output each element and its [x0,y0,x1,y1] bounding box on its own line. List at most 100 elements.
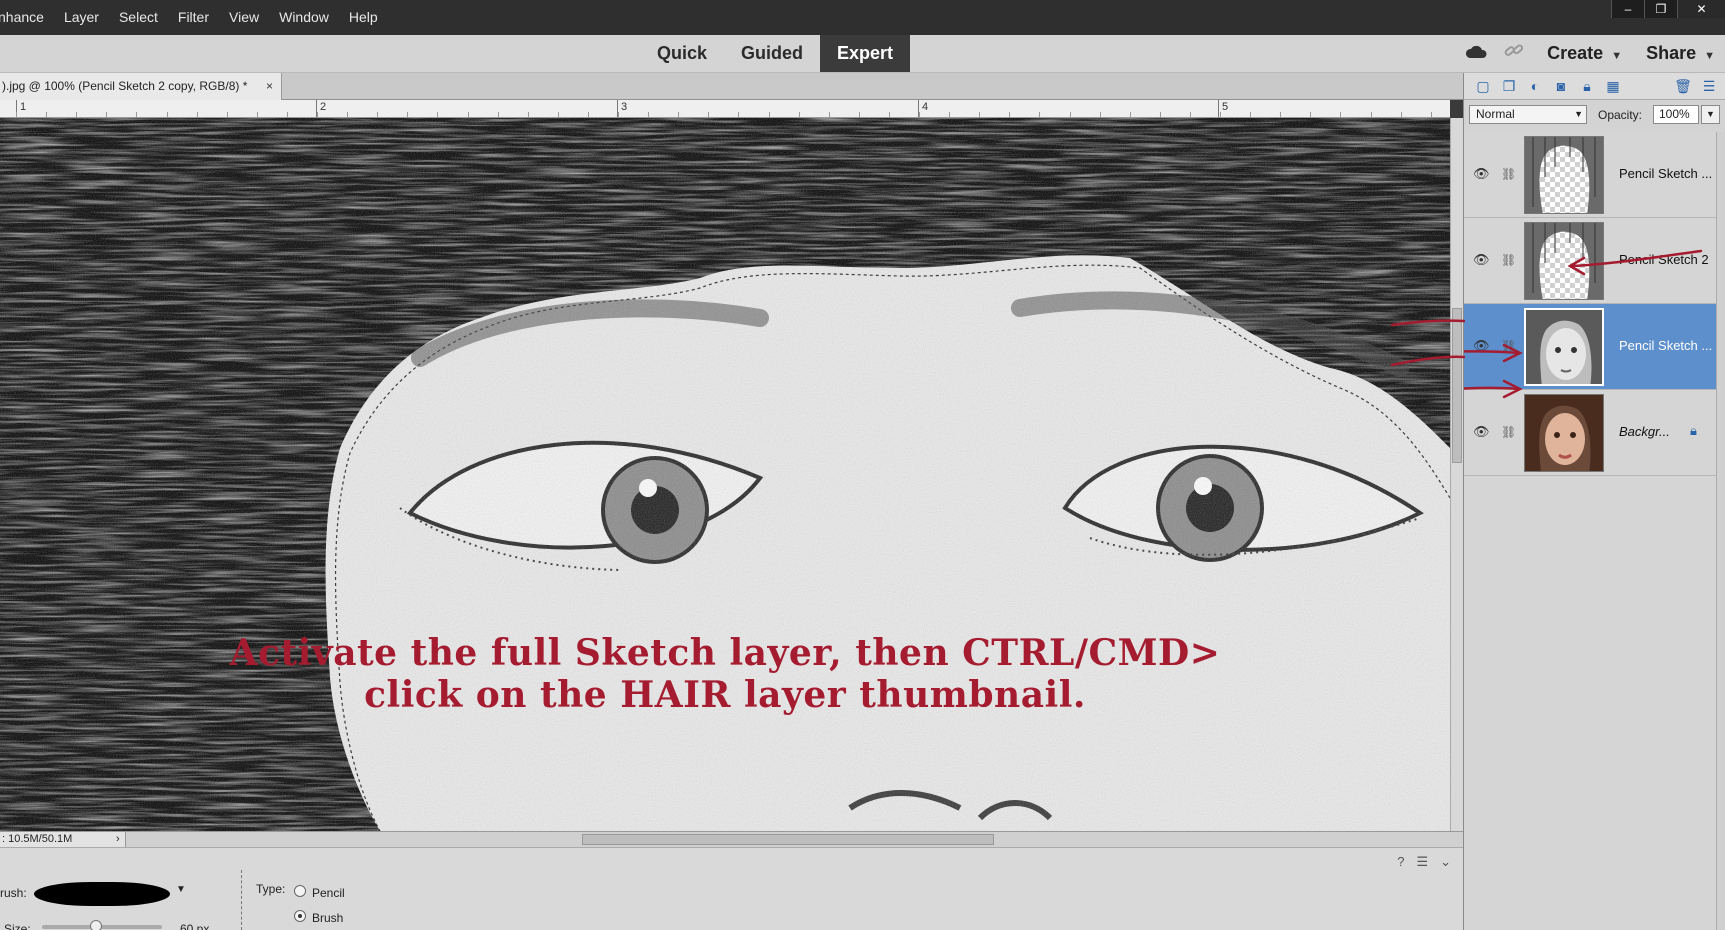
ruler-minor-tick [76,112,78,117]
pencil-sketch-image [0,118,1450,831]
size-slider-knob[interactable] [90,920,102,930]
mode-quick[interactable]: Quick [640,35,724,72]
chevron-right-icon[interactable]: › [116,832,120,847]
ruler-minor-tick [407,112,409,117]
type-brush-label: Brush [312,911,344,925]
ruler-minor-tick [16,112,17,117]
menu-view[interactable]: View [219,0,269,35]
link-icon[interactable] [1495,42,1533,66]
ruler-minor-tick [1310,112,1312,117]
ruler-minor-tick [1099,112,1101,117]
panel-menu-icon[interactable]: ☰ [1700,77,1718,95]
ruler-minor-tick [106,112,108,117]
opacity-dropdown-icon[interactable]: ▼ [1701,105,1720,124]
opacity-label: Opacity: [1598,108,1643,122]
canvas-vertical-scrollbar[interactable] [1450,118,1463,831]
ruler-minor-tick [527,112,529,117]
ruler-minor-tick [648,112,650,117]
ruler-label: 1 [20,101,27,113]
close-tab-icon[interactable]: × [266,73,273,100]
ruler-minor-tick [858,112,860,117]
chevron-down-icon[interactable]: ▼ [176,884,186,895]
ruler-minor-tick [1280,112,1282,117]
ruler-minor-tick [1039,112,1041,117]
ruler-minor-tick [678,112,680,117]
layer-mask-icon[interactable]: ◙ [1552,77,1570,95]
collapse-chevron-icon[interactable]: ⌄ [1440,854,1451,870]
ruler-label: 5 [1222,101,1229,113]
layer-controls: Normal ▼ Opacity: 100% ▼ [1464,100,1725,130]
annotation-arrow-tails [1390,319,1465,367]
options-menu-icon[interactable]: ☰ [1416,854,1428,870]
size-slider[interactable] [42,920,162,930]
layers-scrollbar[interactable] [1716,132,1725,930]
ruler-minor-tick [46,112,48,117]
ruler-minor-tick [768,112,770,117]
adjustment-layer-icon[interactable]: ◐ [1526,77,1544,95]
menu-bar: nhance Layer Select Filter View Window H… [0,0,1725,35]
lock-transparency-icon[interactable]: ▦ [1604,77,1622,95]
window-controls: – ❐ ✕ [1611,0,1725,18]
size-value: 60 px [180,922,210,930]
type-pencil-radio[interactable] [294,885,306,897]
ruler-minor-tick [136,112,138,117]
blend-mode-select[interactable]: Normal ▼ [1469,105,1587,124]
ruler-minor-tick [377,112,379,117]
close-window-button[interactable]: ✕ [1677,0,1725,18]
mode-switcher: Quick Guided Expert [640,35,911,72]
layers-toolbar: ▢ ❐ ◐ ◙ 🔒︎ ▦ 🗑︎ ☰ [1464,73,1725,100]
options-actions: ? ☰ ⌄ [1397,854,1451,870]
brush-preset-preview[interactable] [34,882,170,906]
ruler-minor-tick [256,112,258,117]
menu-enhance[interactable]: nhance [0,0,54,35]
share-button[interactable]: Share ▼ [1632,43,1725,64]
ruler-minor-tick [1430,112,1432,117]
ruler-label: 3 [621,101,628,113]
ruler-minor-tick [467,112,469,117]
menu-filter[interactable]: Filter [168,0,219,35]
ruler-minor-tick [1400,112,1402,117]
type-label: Type: [256,882,286,896]
horizontal-scrollbar-thumb[interactable] [582,834,994,845]
annotation-text-line2: click on the HAIR layer thumbnail. [364,674,1086,716]
ruler-minor-tick [828,112,830,117]
ruler-minor-tick [347,112,349,117]
restore-button[interactable]: ❐ [1644,0,1677,18]
new-layer-icon[interactable]: ▢ [1474,77,1492,95]
ruler-label: 4 [922,101,929,113]
minimize-button[interactable]: – [1611,0,1644,18]
create-button[interactable]: Create ▼ [1533,43,1632,64]
mode-expert[interactable]: Expert [820,35,911,72]
layers-list: 👁︎ ⛓︎ Pencil Sketch ... 👁︎ ⛓︎ Pencil Ske… [1464,132,1716,930]
menu-window[interactable]: Window [269,0,339,35]
menu-help[interactable]: Help [339,0,388,35]
trash-icon[interactable]: 🗑︎ [1674,77,1692,95]
ruler-minor-tick [497,112,499,117]
document-tab[interactable]: ).jpg @ 100% (Pencil Sketch 2 copy, RGB/… [0,73,282,100]
chevron-down-icon: ▼ [1611,50,1623,62]
help-icon[interactable]: ? [1397,854,1404,870]
cloud-icon[interactable] [1457,42,1495,65]
options-divider [241,870,242,930]
image-canvas[interactable]: Activate the full Sketch layer, then CTR… [0,118,1450,831]
ruler-minor-tick [226,112,228,117]
ruler-minor-tick [949,112,951,117]
ruler-minor-tick [1220,112,1221,117]
mode-guided[interactable]: Guided [724,35,820,72]
ruler-minor-tick [166,112,168,117]
opacity-input[interactable]: 100% [1653,105,1699,124]
lock-icon[interactable]: 🔒︎ [1578,77,1596,95]
menu-layer[interactable]: Layer [54,0,109,35]
ruler-minor-tick [587,112,589,117]
menu-select[interactable]: Select [109,0,168,35]
ruler-minor-tick [888,112,890,117]
new-group-icon[interactable]: ❐ [1500,77,1518,95]
ruler-minor-tick [1129,112,1131,117]
ruler-minor-tick [317,112,318,117]
document-size-info: : 10.5M/50.1M [0,832,126,847]
ruler-minor-tick [798,112,800,117]
chevron-down-icon: ▼ [1574,109,1583,119]
layers-panel: ▢ ❐ ◐ ◙ 🔒︎ ▦ 🗑︎ ☰ Normal ▼ Opacity: 100% … [1463,73,1725,930]
type-brush-radio[interactable] [294,910,306,922]
ruler-minor-tick [196,112,198,117]
